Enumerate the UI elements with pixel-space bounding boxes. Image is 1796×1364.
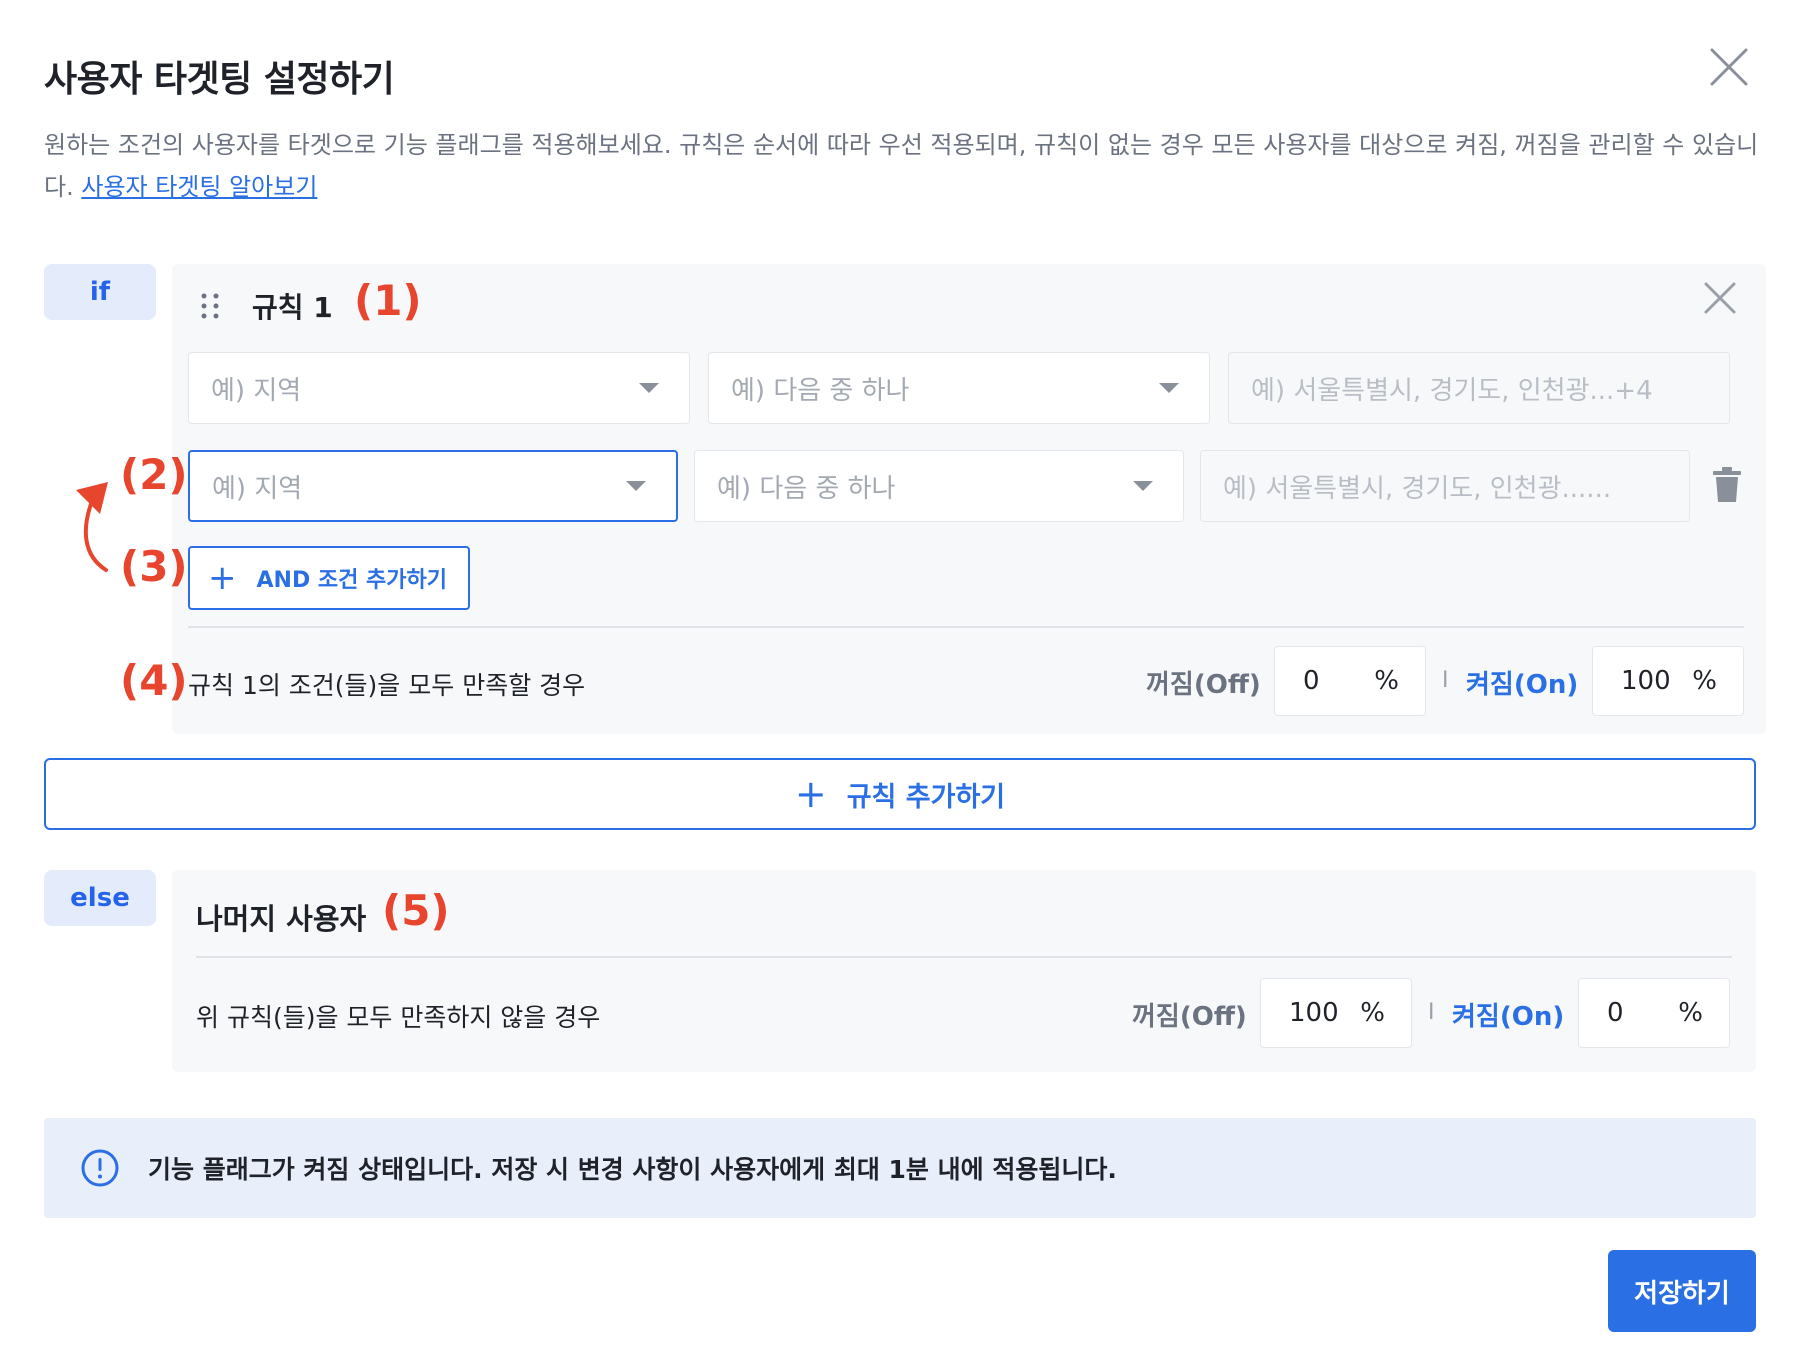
on-percent-input[interactable]: 0 % xyxy=(1578,978,1730,1048)
else-condition-summary: 위 규칙(들)을 모두 만족하지 않을 경우 xyxy=(196,1003,601,1032)
close-icon[interactable] xyxy=(1706,44,1752,90)
else-title: 나머지 사용자 xyxy=(196,902,367,936)
add-rule-label: 규칙 추가하기 xyxy=(846,781,1006,813)
percent-unit: % xyxy=(1692,666,1717,696)
on-label: 켜짐(On) xyxy=(1466,670,1579,700)
drag-handle-icon[interactable] xyxy=(196,292,224,320)
on-percent-value: 100 xyxy=(1621,666,1671,696)
annotation-3: (3) xyxy=(120,542,188,591)
chevron-down-icon xyxy=(1159,383,1179,393)
annotation-arrow xyxy=(70,470,120,574)
add-and-condition-button[interactable]: + AND 조건 추가하기 xyxy=(188,546,470,610)
plus-icon: + xyxy=(208,558,237,598)
info-message: 기능 플래그가 켜짐 상태입니다. 저장 시 변경 사항이 사용자에게 최대 1… xyxy=(148,1155,1117,1184)
off-percent-value: 0 xyxy=(1303,666,1320,696)
on-label: 켜짐(On) xyxy=(1452,1002,1565,1032)
off-percent-value: 100 xyxy=(1289,998,1339,1028)
off-label: 꺼짐(Off) xyxy=(1132,1002,1247,1032)
annotation-4: (4) xyxy=(120,656,188,705)
chevron-down-icon xyxy=(639,383,659,393)
operator-select-1[interactable]: 예) 다음 중 하나 xyxy=(708,352,1210,424)
operator-placeholder: 예) 다음 중 하나 xyxy=(717,473,896,504)
on-percent-value: 0 xyxy=(1607,998,1624,1028)
chevron-down-icon xyxy=(626,481,646,491)
info-banner: 기능 플래그가 켜짐 상태입니다. 저장 시 변경 사항이 사용자에게 최대 1… xyxy=(44,1118,1756,1218)
save-button[interactable]: 저장하기 xyxy=(1608,1250,1756,1332)
rule-title: 규칙 1 xyxy=(252,291,333,324)
else-divider xyxy=(196,956,1732,958)
percent-unit: % xyxy=(1360,998,1385,1028)
rule-divider xyxy=(188,626,1744,628)
values-input-1[interactable]: 예) 서울특별시, 경기도, 인천광...+4 xyxy=(1228,352,1730,424)
chevron-down-icon xyxy=(1133,481,1153,491)
rule-close-icon[interactable] xyxy=(1702,280,1738,316)
off-percent-input[interactable]: 0 % xyxy=(1274,646,1426,716)
info-circle-icon xyxy=(80,1148,120,1188)
rule-condition-summary: 규칙 1의 조건(들)을 모두 만족할 경우 xyxy=(188,671,586,700)
off-label: 꺼짐(Off) xyxy=(1146,670,1261,700)
add-and-condition-label: AND 조건 추가하기 xyxy=(256,568,447,593)
plus-icon: + xyxy=(794,772,827,816)
values-placeholder: 예) 서울특별시, 경기도, 인천광...... xyxy=(1223,473,1612,504)
values-placeholder: 예) 서울특별시, 경기도, 인천광...+4 xyxy=(1251,375,1653,406)
annotation-5: (5) xyxy=(382,886,450,935)
values-input-2[interactable]: 예) 서울특별시, 경기도, 인천광...... xyxy=(1200,450,1690,522)
operator-placeholder: 예) 다음 중 하나 xyxy=(731,375,910,406)
attribute-select-1[interactable]: 예) 지역 xyxy=(188,352,690,424)
annotation-1: (1) xyxy=(354,276,422,325)
modal-title: 사용자 타겟팅 설정하기 xyxy=(44,59,395,100)
percent-unit: % xyxy=(1678,998,1703,1028)
trash-icon[interactable] xyxy=(1712,466,1742,504)
learn-more-link[interactable]: 사용자 타겟팅 알아보기 xyxy=(81,173,317,201)
if-tag: if xyxy=(44,264,156,320)
else-tag: else xyxy=(44,870,156,926)
separator: I xyxy=(1442,668,1449,693)
annotation-2: (2) xyxy=(120,450,188,499)
attribute-placeholder: 예) 지역 xyxy=(212,473,303,504)
attribute-placeholder: 예) 지역 xyxy=(211,375,302,406)
modal-description: 원하는 조건의 사용자를 타겟으로 기능 플래그를 적용해보세요. 규칙은 순서… xyxy=(44,124,1764,208)
add-rule-button[interactable]: + 규칙 추가하기 xyxy=(44,758,1756,830)
on-percent-input[interactable]: 100 % xyxy=(1592,646,1744,716)
attribute-select-2[interactable]: 예) 지역 xyxy=(188,450,678,522)
percent-unit: % xyxy=(1374,666,1399,696)
separator: I xyxy=(1428,1000,1435,1025)
operator-select-2[interactable]: 예) 다음 중 하나 xyxy=(694,450,1184,522)
off-percent-input[interactable]: 100 % xyxy=(1260,978,1412,1048)
